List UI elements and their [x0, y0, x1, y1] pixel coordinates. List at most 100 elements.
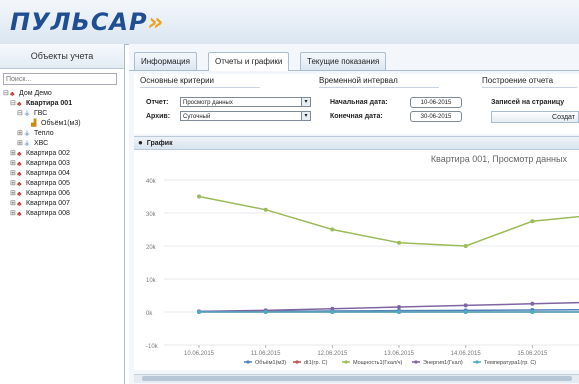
end-date-field[interactable]: 30-06-2015 — [410, 111, 462, 122]
legend-label: Энергия1(Гкал) — [423, 360, 463, 366]
tree-item-label: Квартира 001 — [26, 100, 73, 107]
x-tick-label: 12.06.2015 — [317, 351, 348, 357]
y-tick-label: 10k — [146, 278, 157, 284]
chevron-down-icon: ▾ — [301, 98, 310, 106]
data-point — [330, 310, 335, 314]
tab-info[interactable]: Информация — [134, 52, 197, 70]
app-header: ПУЛЬСАР» — [0, 0, 579, 45]
start-date-label: Начальная дата: — [330, 99, 388, 106]
logo: ПУЛЬСАР» — [10, 8, 165, 36]
tree-item[interactable]: ▟ Объём1(м3) — [3, 119, 124, 129]
object-tree: ⊟ ♣ Дом Демо ⊟ ♣ Квартира 001 ⊟ ⚶ ГВС ▟ Объём1(м3)… — [0, 89, 124, 219]
chart-title: Квартира 001, Просмотр данных — [430, 154, 567, 164]
tree-item-label: ХВС — [34, 140, 49, 147]
end-date-label: Конечная дата: — [330, 113, 383, 120]
archive-label: Архив: — [146, 113, 171, 120]
tree-item-label: Квартира 007 — [26, 200, 70, 207]
system-icon: ⚶ — [24, 130, 30, 137]
x-tick-label: 13.06.2015 — [384, 351, 415, 357]
start-date-field[interactable]: 10-06-2015 — [410, 97, 462, 108]
section-time-interval: Временной интервал — [319, 76, 439, 88]
tree-item[interactable]: ⊞ ♣ Квартира 002 — [3, 149, 124, 159]
legend-label: Объём1(м3) — [255, 360, 286, 366]
tab-bar: Информация Отчеты и графики Текущие пока… — [129, 50, 579, 71]
collapse-icon[interactable]: ⊟ — [3, 89, 10, 99]
expand-icon[interactable]: ⊞ — [10, 169, 17, 179]
sidebar: Объекты учета ⊟♣Дом Демо⊟♣Квартира 001⊟⚶… — [0, 44, 125, 384]
graph-panel-title: График — [146, 140, 173, 147]
y-tick-label: 0k — [146, 311, 153, 317]
tree-item-label: Квартира 008 — [26, 210, 70, 217]
data-point — [530, 219, 535, 224]
archive-select[interactable]: Суточный ▾ — [180, 111, 311, 121]
horizontal-scrollbar[interactable] — [134, 374, 579, 383]
report-select[interactable]: Просмотр данных ▾ — [180, 97, 311, 107]
expand-icon[interactable]: ⊞ — [10, 179, 17, 189]
scrollbar-thumb[interactable] — [142, 376, 572, 381]
tab-current[interactable]: Текущие показания — [300, 52, 387, 70]
tree-item[interactable]: ⊞ ♣ Квартира 006 — [3, 189, 124, 199]
legend-marker — [246, 360, 250, 364]
x-tick-label: 11.06.2015 — [251, 351, 281, 357]
x-tick-label: 14.06.2015 — [451, 351, 482, 357]
archive-select-value: Суточный — [183, 114, 211, 120]
house-icon: ♣ — [10, 90, 15, 98]
y-tick-label: 40k — [146, 179, 157, 185]
tree-item[interactable]: ⊞ ♣ Квартира 008 — [3, 209, 124, 219]
tree-item[interactable]: ⊟ ⚶ ГВС — [3, 109, 124, 119]
data-point — [463, 244, 468, 248]
expand-icon[interactable]: ⊞ — [10, 159, 17, 169]
legend-marker — [344, 360, 348, 364]
tree-item-label: Квартира 002 — [26, 150, 70, 157]
house-icon: ♣ — [17, 150, 22, 158]
tab-reports[interactable]: Отчеты и графики — [208, 52, 290, 71]
expand-icon[interactable]: ⊞ — [10, 149, 17, 159]
section-main-criteria: Основные критерии — [140, 76, 260, 88]
graph-panel-header[interactable]: ● График — [134, 136, 579, 150]
chart-icon: ▟ — [31, 120, 37, 127]
tree-item[interactable]: ⊞ ♣ Квартира 003 — [3, 159, 124, 169]
main-area: Информация Отчеты и графики Текущие пока… — [129, 44, 579, 384]
data-point — [263, 207, 268, 212]
data-point — [463, 303, 468, 308]
tree-item-label: Дом Демо — [19, 90, 52, 97]
expand-icon[interactable]: ⊞ — [17, 139, 24, 149]
collapse-icon[interactable]: ● — [138, 138, 143, 147]
tree-item[interactable]: ⊞ ⚶ Тепло — [3, 129, 124, 139]
house-icon: ♣ — [17, 190, 22, 198]
data-point — [397, 305, 401, 310]
data-point — [330, 227, 335, 232]
tree-item-label: Квартира 004 — [26, 170, 70, 177]
report-label: Отчет: — [146, 99, 169, 106]
collapse-icon[interactable]: ⊟ — [17, 109, 24, 119]
collapse-icon[interactable]: ⊟ — [10, 99, 17, 109]
tree-item-label: ГВС — [34, 110, 48, 117]
tree-item[interactable]: ⊟ ♣ Дом Демо — [3, 89, 124, 99]
series-line — [198, 195, 579, 247]
expand-icon[interactable]: ⊞ — [10, 209, 17, 219]
data-point — [463, 310, 468, 314]
chart-container: Квартира 001, Просмотр данных 40k 30k 20k 1… — [134, 150, 579, 370]
section-report-build: Построение отчета — [482, 76, 577, 88]
tree-item-label: Квартира 003 — [26, 160, 70, 167]
records-per-page-label: Записей на страницу — [491, 99, 565, 106]
house-icon: ♣ — [17, 180, 22, 188]
sidebar-title: Объекты учета — [0, 44, 124, 69]
tree-item[interactable]: ⊞ ⚶ ХВС — [3, 139, 124, 149]
x-tick-label: 10.06.2015 — [184, 351, 215, 357]
tree-item[interactable]: ⊞ ♣ Квартира 007 — [3, 199, 124, 209]
tree-item[interactable]: ⊞ ♣ Квартира 004 — [3, 169, 124, 179]
house-icon: ♣ — [17, 160, 22, 168]
tree-item-label: Квартира 005 — [26, 180, 70, 187]
criteria-panel: Основные критерии Временной интервал Пос… — [134, 74, 579, 134]
data-point — [197, 194, 201, 199]
expand-icon[interactable]: ⊞ — [10, 199, 17, 209]
tree-item[interactable]: ⊞ ♣ Квартира 005 — [3, 179, 124, 189]
tree-item[interactable]: ⊟ ♣ Квартира 001 — [3, 99, 124, 109]
data-point — [197, 310, 201, 314]
expand-icon[interactable]: ⊞ — [17, 129, 24, 139]
report-select-value: Просмотр данных — [183, 100, 233, 106]
expand-icon[interactable]: ⊞ — [10, 189, 17, 199]
create-report-button[interactable]: Создат — [491, 111, 579, 123]
search-input[interactable] — [3, 73, 117, 85]
